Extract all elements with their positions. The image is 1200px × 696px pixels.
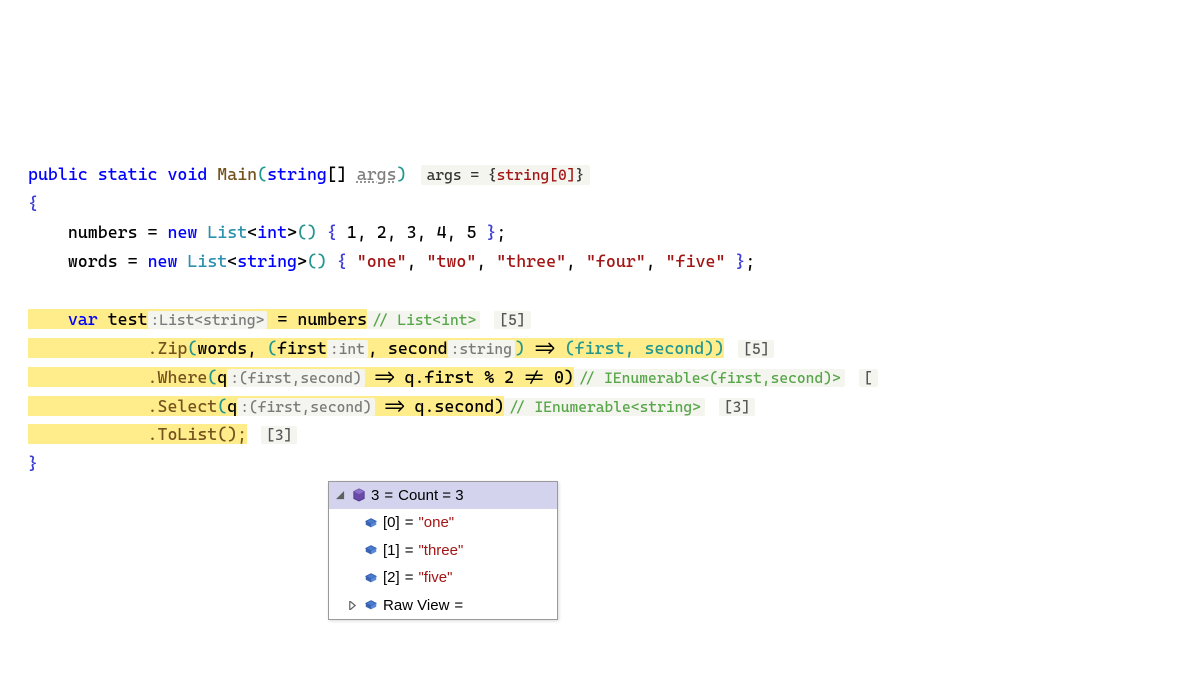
method-name: Main	[217, 164, 257, 184]
close-brace: }	[28, 453, 38, 473]
code-editor[interactable]: public static void Main(string[] args) ar…	[28, 132, 1172, 536]
popup-rawview-row[interactable]: Raw View=	[329, 592, 557, 620]
keyword-public: public	[28, 164, 88, 184]
open-brace: {	[28, 193, 38, 213]
debug-tip-args[interactable]: args = {string[0]}	[421, 165, 591, 185]
close-paren: )	[397, 164, 407, 184]
param-args: args	[357, 164, 397, 184]
field-icon	[363, 515, 378, 530]
count-badge[interactable]: [5]	[494, 311, 530, 329]
expand-icon[interactable]	[347, 600, 358, 611]
type-comment-select: // IEnumerable<string>	[504, 398, 705, 416]
popup-item-row[interactable]: [2]="five"	[329, 564, 557, 592]
type-comment-where: // IEnumerable<(first,second)>	[574, 369, 845, 387]
collapse-icon[interactable]	[335, 490, 346, 501]
var-words: words	[68, 251, 118, 271]
highlighted-block: var test:List<string> = numbers	[28, 309, 367, 329]
field-icon	[363, 570, 378, 585]
type-string: string	[267, 164, 327, 184]
field-icon	[363, 543, 378, 558]
keyword-void: void	[167, 164, 207, 184]
brackets: []	[327, 164, 347, 184]
popup-item-row[interactable]: [0]="one"	[329, 509, 557, 537]
type-comment-numbers: // List<int>	[367, 311, 480, 329]
open-paren: (	[257, 164, 267, 184]
keyword-static: static	[98, 164, 158, 184]
count-badge[interactable]: [	[859, 369, 878, 387]
debug-datatip-popup[interactable]: 3=Count = 3 [0]="one" [1]="three" [2]="f…	[328, 481, 558, 621]
count-badge[interactable]: [3]	[719, 398, 755, 416]
count-badge[interactable]: [3]	[261, 426, 297, 444]
var-numbers: numbers	[68, 222, 138, 242]
popup-item-row[interactable]: [1]="three"	[329, 537, 557, 565]
inline-hint-test: :List<string>	[148, 311, 268, 329]
object-icon	[351, 488, 366, 503]
count-badge[interactable]: [5]	[738, 340, 774, 358]
field-icon	[363, 598, 378, 613]
popup-header-row[interactable]: 3=Count = 3	[329, 482, 557, 510]
